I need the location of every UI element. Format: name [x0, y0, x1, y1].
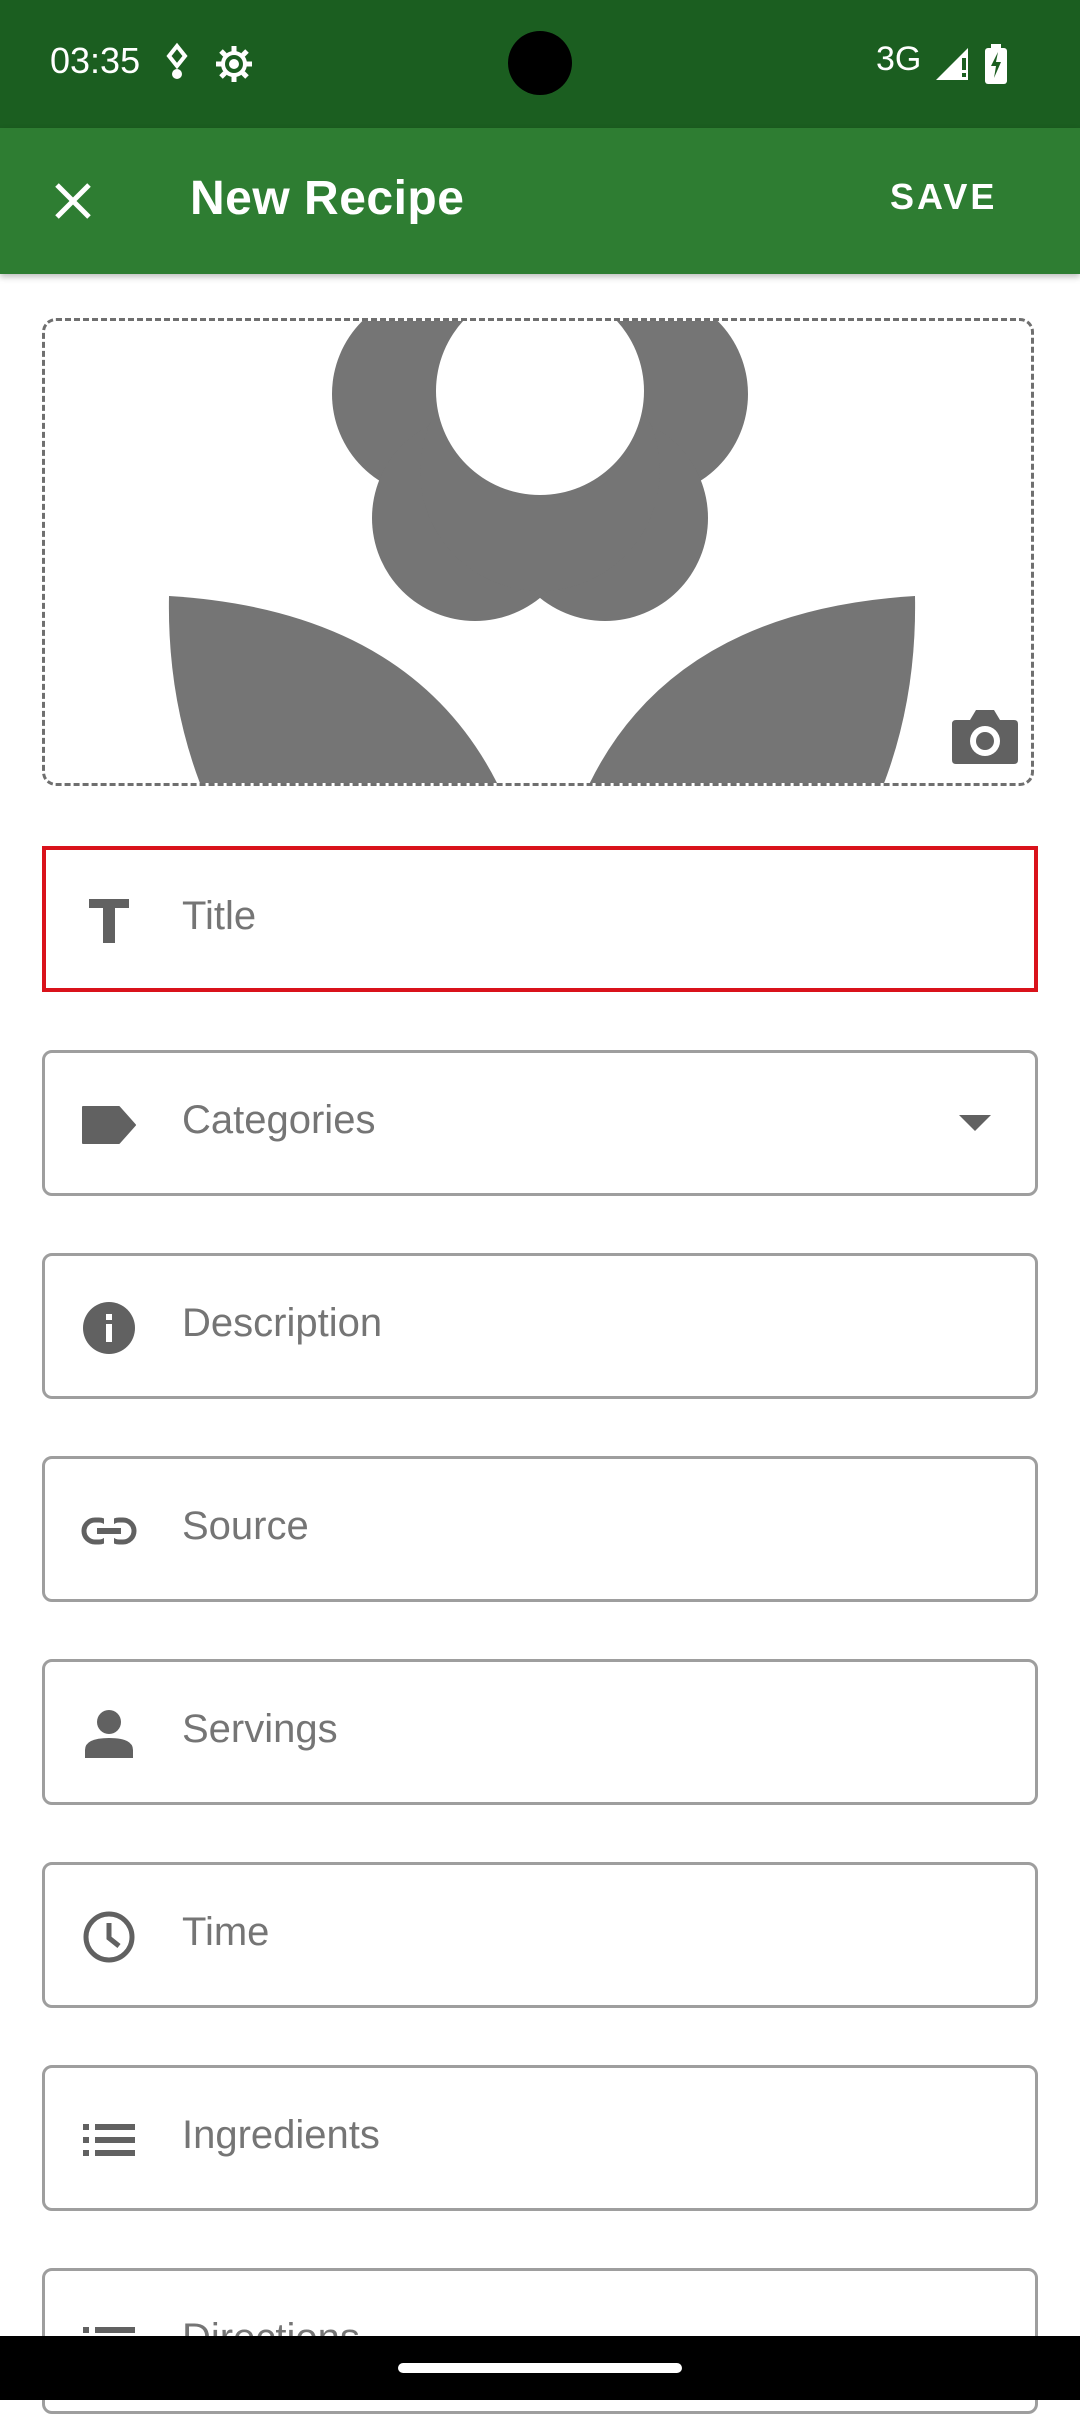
- status-time: 03:35: [50, 40, 141, 81]
- page-title: New Recipe: [190, 172, 465, 225]
- servings-field[interactable]: Servings: [42, 1659, 1038, 1805]
- settings-gear-icon: [214, 44, 254, 89]
- description-field[interactable]: Description: [42, 1253, 1038, 1399]
- ingredients-field[interactable]: Ingredients: [42, 2065, 1038, 2211]
- usb-debug-icon: [163, 42, 191, 87]
- time-field[interactable]: Time: [42, 1862, 1038, 2008]
- app-bar: New Recipe SAVE: [0, 128, 1080, 274]
- close-button[interactable]: [40, 168, 106, 234]
- link-icon: [81, 1517, 137, 1545]
- label-tag-icon: [82, 1106, 136, 1144]
- clock-icon: [83, 1911, 135, 1963]
- categories-label: Categories: [182, 1098, 376, 1142]
- info-icon: [83, 1302, 135, 1354]
- chevron-down-icon: [959, 1115, 991, 1131]
- categories-dropdown[interactable]: Categories: [42, 1050, 1038, 1196]
- recipe-image-picker[interactable]: [42, 318, 1034, 786]
- flower-placeholder-icon: [168, 321, 916, 783]
- title-field[interactable]: Title: [42, 846, 1038, 992]
- network-type: 3G: [876, 40, 922, 78]
- signal-icon: [934, 46, 970, 85]
- description-label: Description: [182, 1301, 383, 1345]
- close-icon: [55, 183, 91, 219]
- source-field[interactable]: Source: [42, 1456, 1038, 1602]
- camera-cutout: [508, 31, 572, 95]
- save-button[interactable]: SAVE: [890, 176, 997, 218]
- home-gesture-handle[interactable]: [398, 2363, 682, 2373]
- camera-icon[interactable]: [950, 706, 1020, 766]
- source-label: Source: [182, 1504, 309, 1548]
- list-icon: [83, 2124, 135, 2156]
- title-field-label: Title: [182, 894, 257, 938]
- person-icon: [85, 1710, 133, 1758]
- time-label: Time: [182, 1910, 270, 1954]
- servings-label: Servings: [182, 1707, 338, 1751]
- text-format-icon: [89, 899, 129, 943]
- battery-charging-icon: [983, 44, 1009, 89]
- ingredients-label: Ingredients: [182, 2113, 380, 2157]
- status-bar: 03:35 3G: [0, 0, 1080, 128]
